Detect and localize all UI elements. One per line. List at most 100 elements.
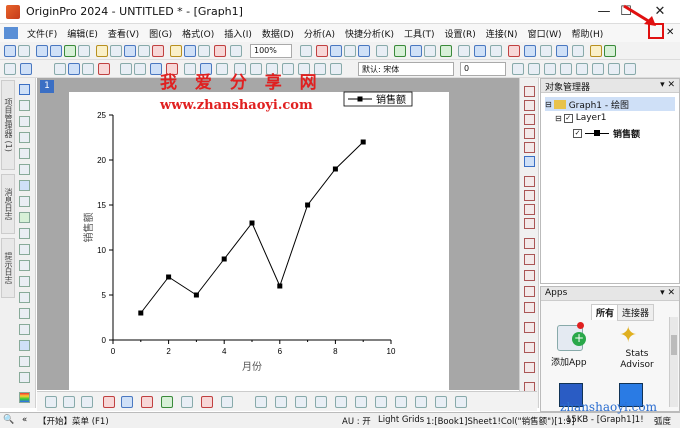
- watermark-title: 我 爱 分 享 网: [160, 73, 323, 93]
- line-symbol-plot-icon[interactable]: [81, 396, 93, 408]
- layer-checkbox[interactable]: ✓: [563, 113, 573, 123]
- collapse-layer-icon[interactable]: ⊟: [555, 114, 562, 123]
- column-plot-icon[interactable]: [103, 396, 115, 408]
- x-axis-title: 月份: [242, 361, 262, 373]
- plot-line-icon: [585, 130, 609, 136]
- legend-icon[interactable]: [524, 362, 535, 373]
- data-point: [138, 310, 144, 316]
- status-grids[interactable]: Light Grids: [378, 415, 424, 425]
- vector-plot-icon[interactable]: [395, 396, 407, 408]
- layer-node-label: Layer1: [575, 113, 607, 123]
- tab-apps-all[interactable]: 所有: [591, 304, 620, 320]
- data-point: [360, 139, 366, 145]
- x-tick-label: 10: [387, 347, 396, 356]
- grid-icon[interactable]: [524, 322, 535, 333]
- axis-lt-icon[interactable]: [524, 270, 535, 281]
- axis-all-icon[interactable]: [524, 302, 535, 313]
- scatter-plot-icon[interactable]: [63, 396, 75, 408]
- apps-close-icon[interactable]: ▾ ✕: [660, 288, 675, 298]
- histogram-icon[interactable]: [201, 396, 213, 408]
- stats-plot-icon[interactable]: [181, 396, 193, 408]
- y-tick-label: 15: [97, 201, 106, 210]
- add-right-axis-icon[interactable]: [524, 114, 535, 125]
- right-tools-panel: [519, 78, 539, 408]
- map-plot-icon[interactable]: [455, 396, 467, 408]
- 3d-plot-icon[interactable]: [255, 396, 267, 408]
- layer-management-icon[interactable]: [524, 156, 535, 167]
- search-icon[interactable]: 🔍: [3, 415, 14, 425]
- data-point: [221, 256, 227, 262]
- data-point: [305, 202, 311, 208]
- add-layer-icon[interactable]: [524, 100, 535, 111]
- status-dataset: 1:[Book1]Sheet1!Col("销售额")[1:9]: [426, 417, 575, 427]
- axis-rb-icon[interactable]: [524, 286, 535, 297]
- tab-apps-connector[interactable]: 连接器: [617, 304, 655, 321]
- polar-plot-icon[interactable]: [275, 396, 287, 408]
- multi-panel-icon[interactable]: [335, 396, 347, 408]
- data-point: [166, 274, 172, 280]
- axis-l-icon[interactable]: [524, 176, 535, 187]
- area-plot-icon[interactable]: [161, 396, 173, 408]
- y-tick-label: 20: [97, 156, 106, 165]
- axis-r-icon[interactable]: [524, 204, 535, 215]
- apps-header: Apps ▾ ✕: [541, 287, 679, 301]
- contour-icon[interactable]: [221, 396, 233, 408]
- y-tick-label: 25: [97, 111, 106, 120]
- add-inset-icon[interactable]: [524, 142, 535, 153]
- x-tick-label: 2: [166, 347, 171, 356]
- y-tick-label: 10: [97, 246, 106, 255]
- status-bar: 🔍 « 【开始】菜单 (F1) AU : 开 Light Grids 1:[Bo…: [0, 412, 680, 428]
- axis-t-icon[interactable]: [524, 190, 535, 201]
- add-plot-icon[interactable]: [524, 86, 535, 97]
- legend-label: 销售额: [376, 93, 406, 106]
- plot-node-label: 销售额: [613, 130, 641, 140]
- stats-advisor-label[interactable]: Stats Advisor: [615, 349, 659, 371]
- folder-icon: [553, 99, 566, 109]
- tree-graph-node[interactable]: ⊟ Graph1 - 绘图: [545, 97, 675, 111]
- waterfall-icon[interactable]: [415, 396, 427, 408]
- add-top-axis-icon[interactable]: [524, 128, 535, 139]
- frame-icon[interactable]: [524, 342, 535, 353]
- image-plot-icon[interactable]: [375, 396, 387, 408]
- object-manager-header: 对象管理器 ▾ ✕: [541, 79, 679, 93]
- status-start-menu[interactable]: 【开始】菜单 (F1): [38, 415, 109, 427]
- y-tick-label: 0: [102, 336, 107, 345]
- smith-chart-icon[interactable]: [315, 396, 327, 408]
- ternary-plot-icon[interactable]: [295, 396, 307, 408]
- series-line: [140, 141, 364, 314]
- x-tick-label: 8: [333, 347, 338, 356]
- collapse-icon[interactable]: ⊟: [545, 100, 552, 109]
- plot-checkbox[interactable]: ✓: [573, 129, 582, 138]
- template-library-icon[interactable]: [355, 396, 367, 408]
- status-size: 15KB - [Graph1]1!: [566, 415, 644, 425]
- axis-rt-icon[interactable]: [524, 254, 535, 265]
- watermark-url: www.zhanshaoyi.com: [160, 98, 313, 113]
- apps-scrollbar[interactable]: [669, 317, 678, 407]
- add-app-label[interactable]: 添加App: [551, 355, 587, 368]
- tree-layer-node[interactable]: ⊟ ✓ Layer1: [555, 113, 607, 123]
- apps-title: Apps: [545, 288, 568, 298]
- axis-lb-icon[interactable]: [524, 238, 535, 249]
- pie-plot-icon[interactable]: [141, 396, 153, 408]
- data-point: [249, 220, 255, 226]
- status-more-icon[interactable]: «: [22, 415, 27, 425]
- x-tick-label: 0: [111, 347, 116, 356]
- x-tick-label: 4: [222, 347, 227, 356]
- axis-b-icon[interactable]: [524, 218, 535, 229]
- data-point: [332, 166, 338, 172]
- tree-plot-node[interactable]: ✓ 销售额: [573, 127, 640, 140]
- specialized-plot-icon[interactable]: [435, 396, 447, 408]
- stats-advisor-icon[interactable]: ✦: [619, 323, 637, 348]
- bar-plot-icon[interactable]: [121, 396, 133, 408]
- line-plot-icon[interactable]: [45, 396, 57, 408]
- status-au[interactable]: AU : 开: [342, 415, 371, 427]
- watermark-url-corner: zhanshaoyi.com: [560, 400, 657, 414]
- add-app-icon[interactable]: +: [557, 322, 586, 351]
- legend-marker: [357, 96, 363, 102]
- object-manager-panel: 对象管理器 ▾ ✕ ⊟ Graph1 - 绘图 ⊟ ✓ Layer1 ✓ 销售额: [540, 78, 680, 284]
- plot-toolbar: [37, 391, 537, 411]
- panel-pin-icon[interactable]: ▾ ✕: [660, 80, 675, 90]
- apps-panel: Apps ▾ ✕ 所有 连接器 + 添加App ✦ Stats Advisor: [540, 286, 680, 412]
- y-tick-label: 5: [102, 291, 107, 300]
- status-angle-unit[interactable]: 弧度: [654, 415, 671, 427]
